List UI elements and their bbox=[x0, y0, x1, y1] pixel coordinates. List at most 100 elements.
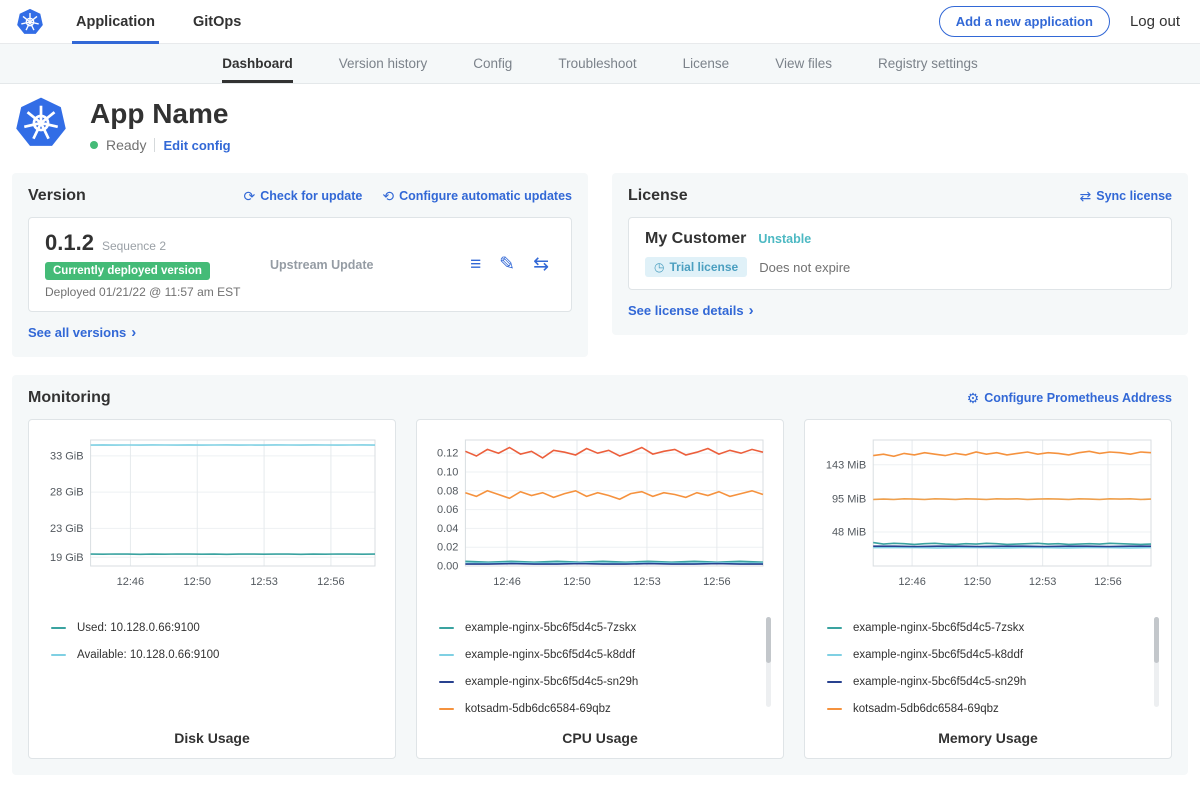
current-version-box: 0.1.2 Sequence 2 Currently deployed vers… bbox=[28, 217, 572, 312]
tab-application-label: Application bbox=[76, 14, 155, 30]
app-header-text: App Name Ready Edit config bbox=[90, 96, 231, 153]
subnav-item-config[interactable]: Config bbox=[473, 44, 512, 83]
subnav-item-license[interactable]: License bbox=[683, 44, 730, 83]
customer-name: My Customer bbox=[645, 230, 746, 248]
subnav-label: View files bbox=[775, 56, 832, 71]
chevron-right-icon: › bbox=[131, 324, 136, 341]
status-dot-icon bbox=[90, 141, 98, 149]
svg-text:48 MiB: 48 MiB bbox=[832, 527, 866, 539]
chart-legend-items: Used: 10.128.0.66:9100Available: 10.128.… bbox=[51, 614, 375, 668]
status-text: Ready bbox=[106, 137, 146, 153]
memory-usage-chart: 48 MiB95 MiB143 MiB12:4612:5012:5312:56 bbox=[817, 432, 1159, 604]
license-card-title: License bbox=[628, 187, 688, 205]
version-card-title: Version bbox=[28, 187, 86, 205]
chevron-right-icon: › bbox=[749, 302, 754, 319]
main-content: Version ⟳ Check for update ⟲ Configure a… bbox=[0, 173, 1200, 775]
configure-automatic-updates-link[interactable]: ⟲ Configure automatic updates bbox=[382, 188, 572, 205]
subnav-item-troubleshoot[interactable]: Troubleshoot bbox=[558, 44, 636, 83]
legend-scrollbar-thumb[interactable] bbox=[1154, 617, 1159, 663]
app-logo-icon bbox=[14, 96, 68, 153]
legend-color-dash bbox=[51, 627, 66, 629]
chart-title: Disk Usage bbox=[41, 730, 383, 746]
legend-color-dash bbox=[51, 654, 66, 656]
app-header: App Name Ready Edit config bbox=[0, 84, 1200, 173]
version-actions: ≡ ✎ ⇆ bbox=[470, 255, 555, 274]
legend-scrollbar-thumb[interactable] bbox=[766, 617, 771, 663]
check-for-update-link[interactable]: ⟳ Check for update bbox=[243, 188, 362, 205]
sync-license-link[interactable]: ⇄ Sync license bbox=[1080, 188, 1172, 205]
chart-legend-items: example-nginx-5bc6f5d4c5-7zskxexample-ng… bbox=[439, 614, 763, 722]
tab-gitops[interactable]: GitOps bbox=[193, 0, 241, 44]
legend-color-dash bbox=[439, 627, 454, 629]
subnav-item-version-history[interactable]: Version history bbox=[339, 44, 428, 83]
top-tabs: Application GitOps bbox=[76, 0, 241, 44]
tab-application[interactable]: Application bbox=[76, 0, 155, 44]
legend-item: example-nginx-5bc6f5d4c5-sn29h bbox=[439, 668, 763, 695]
legend-label: kotsadm-5db6dc6584-69qbz bbox=[465, 703, 611, 715]
legend-label: example-nginx-5bc6f5d4c5-k8ddf bbox=[465, 649, 635, 661]
legend-label: example-nginx-5bc6f5d4c5-sn29h bbox=[465, 676, 638, 688]
gear-icon: ⚙ bbox=[967, 390, 980, 407]
license-card: License ⇄ Sync license My Customer Unsta… bbox=[612, 173, 1188, 335]
svg-text:23 GiB: 23 GiB bbox=[50, 523, 84, 535]
license-expiration: Does not expire bbox=[759, 260, 850, 275]
configure-prometheus-link[interactable]: ⚙ Configure Prometheus Address bbox=[967, 390, 1172, 407]
svg-text:12:46: 12:46 bbox=[493, 576, 521, 588]
monitoring-links: ⚙ Configure Prometheus Address bbox=[967, 390, 1172, 407]
tab-gitops-label: GitOps bbox=[193, 14, 241, 30]
see-license-details-link[interactable]: See license details › bbox=[628, 302, 754, 319]
license-card-links: ⇄ Sync license bbox=[1080, 188, 1172, 205]
legend-label: Used: 10.128.0.66:9100 bbox=[77, 622, 200, 634]
svg-text:0.06: 0.06 bbox=[437, 504, 458, 516]
license-customer-row: My Customer Unstable bbox=[645, 230, 1155, 248]
svg-text:12:50: 12:50 bbox=[964, 576, 992, 588]
legend-color-dash bbox=[439, 708, 454, 710]
release-notes-icon[interactable]: ≡ bbox=[470, 255, 481, 274]
chart-legend: example-nginx-5bc6f5d4c5-7zskxexample-ng… bbox=[429, 614, 771, 722]
logout-link[interactable]: Log out bbox=[1130, 13, 1180, 30]
subnav-item-view-files[interactable]: View files bbox=[775, 44, 832, 83]
chart-legend-items: example-nginx-5bc6f5d4c5-7zskx example-ng… bbox=[827, 614, 1151, 722]
legend-scrollbar bbox=[1154, 617, 1159, 707]
subnav-label: Version history bbox=[339, 56, 428, 71]
legend-color-dash bbox=[827, 627, 842, 629]
svg-text:19 GiB: 19 GiB bbox=[50, 552, 84, 564]
diff-icon[interactable]: ⇆ bbox=[533, 255, 549, 274]
version-card-links: ⟳ Check for update ⟲ Configure automatic… bbox=[243, 188, 572, 205]
deployed-timestamp: Deployed 01/21/22 @ 11:57 am EST bbox=[45, 285, 260, 299]
edit-config-link[interactable]: Edit config bbox=[163, 138, 230, 153]
subnav-label: Dashboard bbox=[222, 56, 293, 71]
kubernetes-logo-icon bbox=[16, 8, 44, 36]
disk-usage-chart: 19 GiB23 GiB28 GiB33 GiB12:4612:5012:531… bbox=[41, 432, 383, 604]
svg-text:0.10: 0.10 bbox=[437, 466, 458, 478]
monitoring-header: Monitoring ⚙ Configure Prometheus Addres… bbox=[28, 389, 1172, 407]
license-card-header: License ⇄ Sync license bbox=[628, 187, 1172, 205]
version-number: 0.1.2 bbox=[45, 230, 94, 256]
legend-label: example-nginx-5bc6f5d4c5-k8ddf bbox=[853, 649, 1023, 661]
svg-text:12:53: 12:53 bbox=[1029, 576, 1057, 588]
top-nav: Application GitOps Add a new application… bbox=[0, 0, 1200, 44]
svg-text:143 MiB: 143 MiB bbox=[826, 459, 866, 471]
app-status-row: Ready Edit config bbox=[90, 137, 231, 153]
refresh-icon: ⟳ bbox=[243, 188, 255, 205]
disk-usage-chart-card: 19 GiB23 GiB28 GiB33 GiB12:4612:5012:531… bbox=[28, 419, 396, 759]
subnav-item-registry-settings[interactable]: Registry settings bbox=[878, 44, 978, 83]
see-all-versions-link[interactable]: See all versions › bbox=[28, 324, 136, 341]
add-application-button[interactable]: Add a new application bbox=[939, 6, 1110, 37]
subnav-item-dashboard[interactable]: Dashboard bbox=[222, 44, 293, 83]
svg-text:12:46: 12:46 bbox=[898, 576, 926, 588]
svg-text:12:53: 12:53 bbox=[633, 576, 661, 588]
svg-text:12:46: 12:46 bbox=[117, 576, 145, 588]
subnav-label: Config bbox=[473, 56, 512, 71]
check-for-update-label: Check for update bbox=[260, 189, 362, 203]
clock-icon: ◷ bbox=[654, 260, 664, 274]
subnav-label: License bbox=[683, 56, 730, 71]
svg-text:0.04: 0.04 bbox=[437, 523, 458, 535]
config-edit-icon[interactable]: ✎ bbox=[499, 255, 515, 274]
chart-title: Memory Usage bbox=[817, 730, 1159, 746]
legend-label: example-nginx-5bc6f5d4c5-7zskx bbox=[853, 622, 1024, 634]
subnav-label: Troubleshoot bbox=[558, 56, 636, 71]
chart-legend: example-nginx-5bc6f5d4c5-7zskx example-ng… bbox=[817, 614, 1159, 722]
version-info: 0.1.2 Sequence 2 Currently deployed vers… bbox=[45, 230, 260, 299]
memory-usage-chart-card: 48 MiB95 MiB143 MiB12:4612:5012:5312:56 … bbox=[804, 419, 1172, 759]
